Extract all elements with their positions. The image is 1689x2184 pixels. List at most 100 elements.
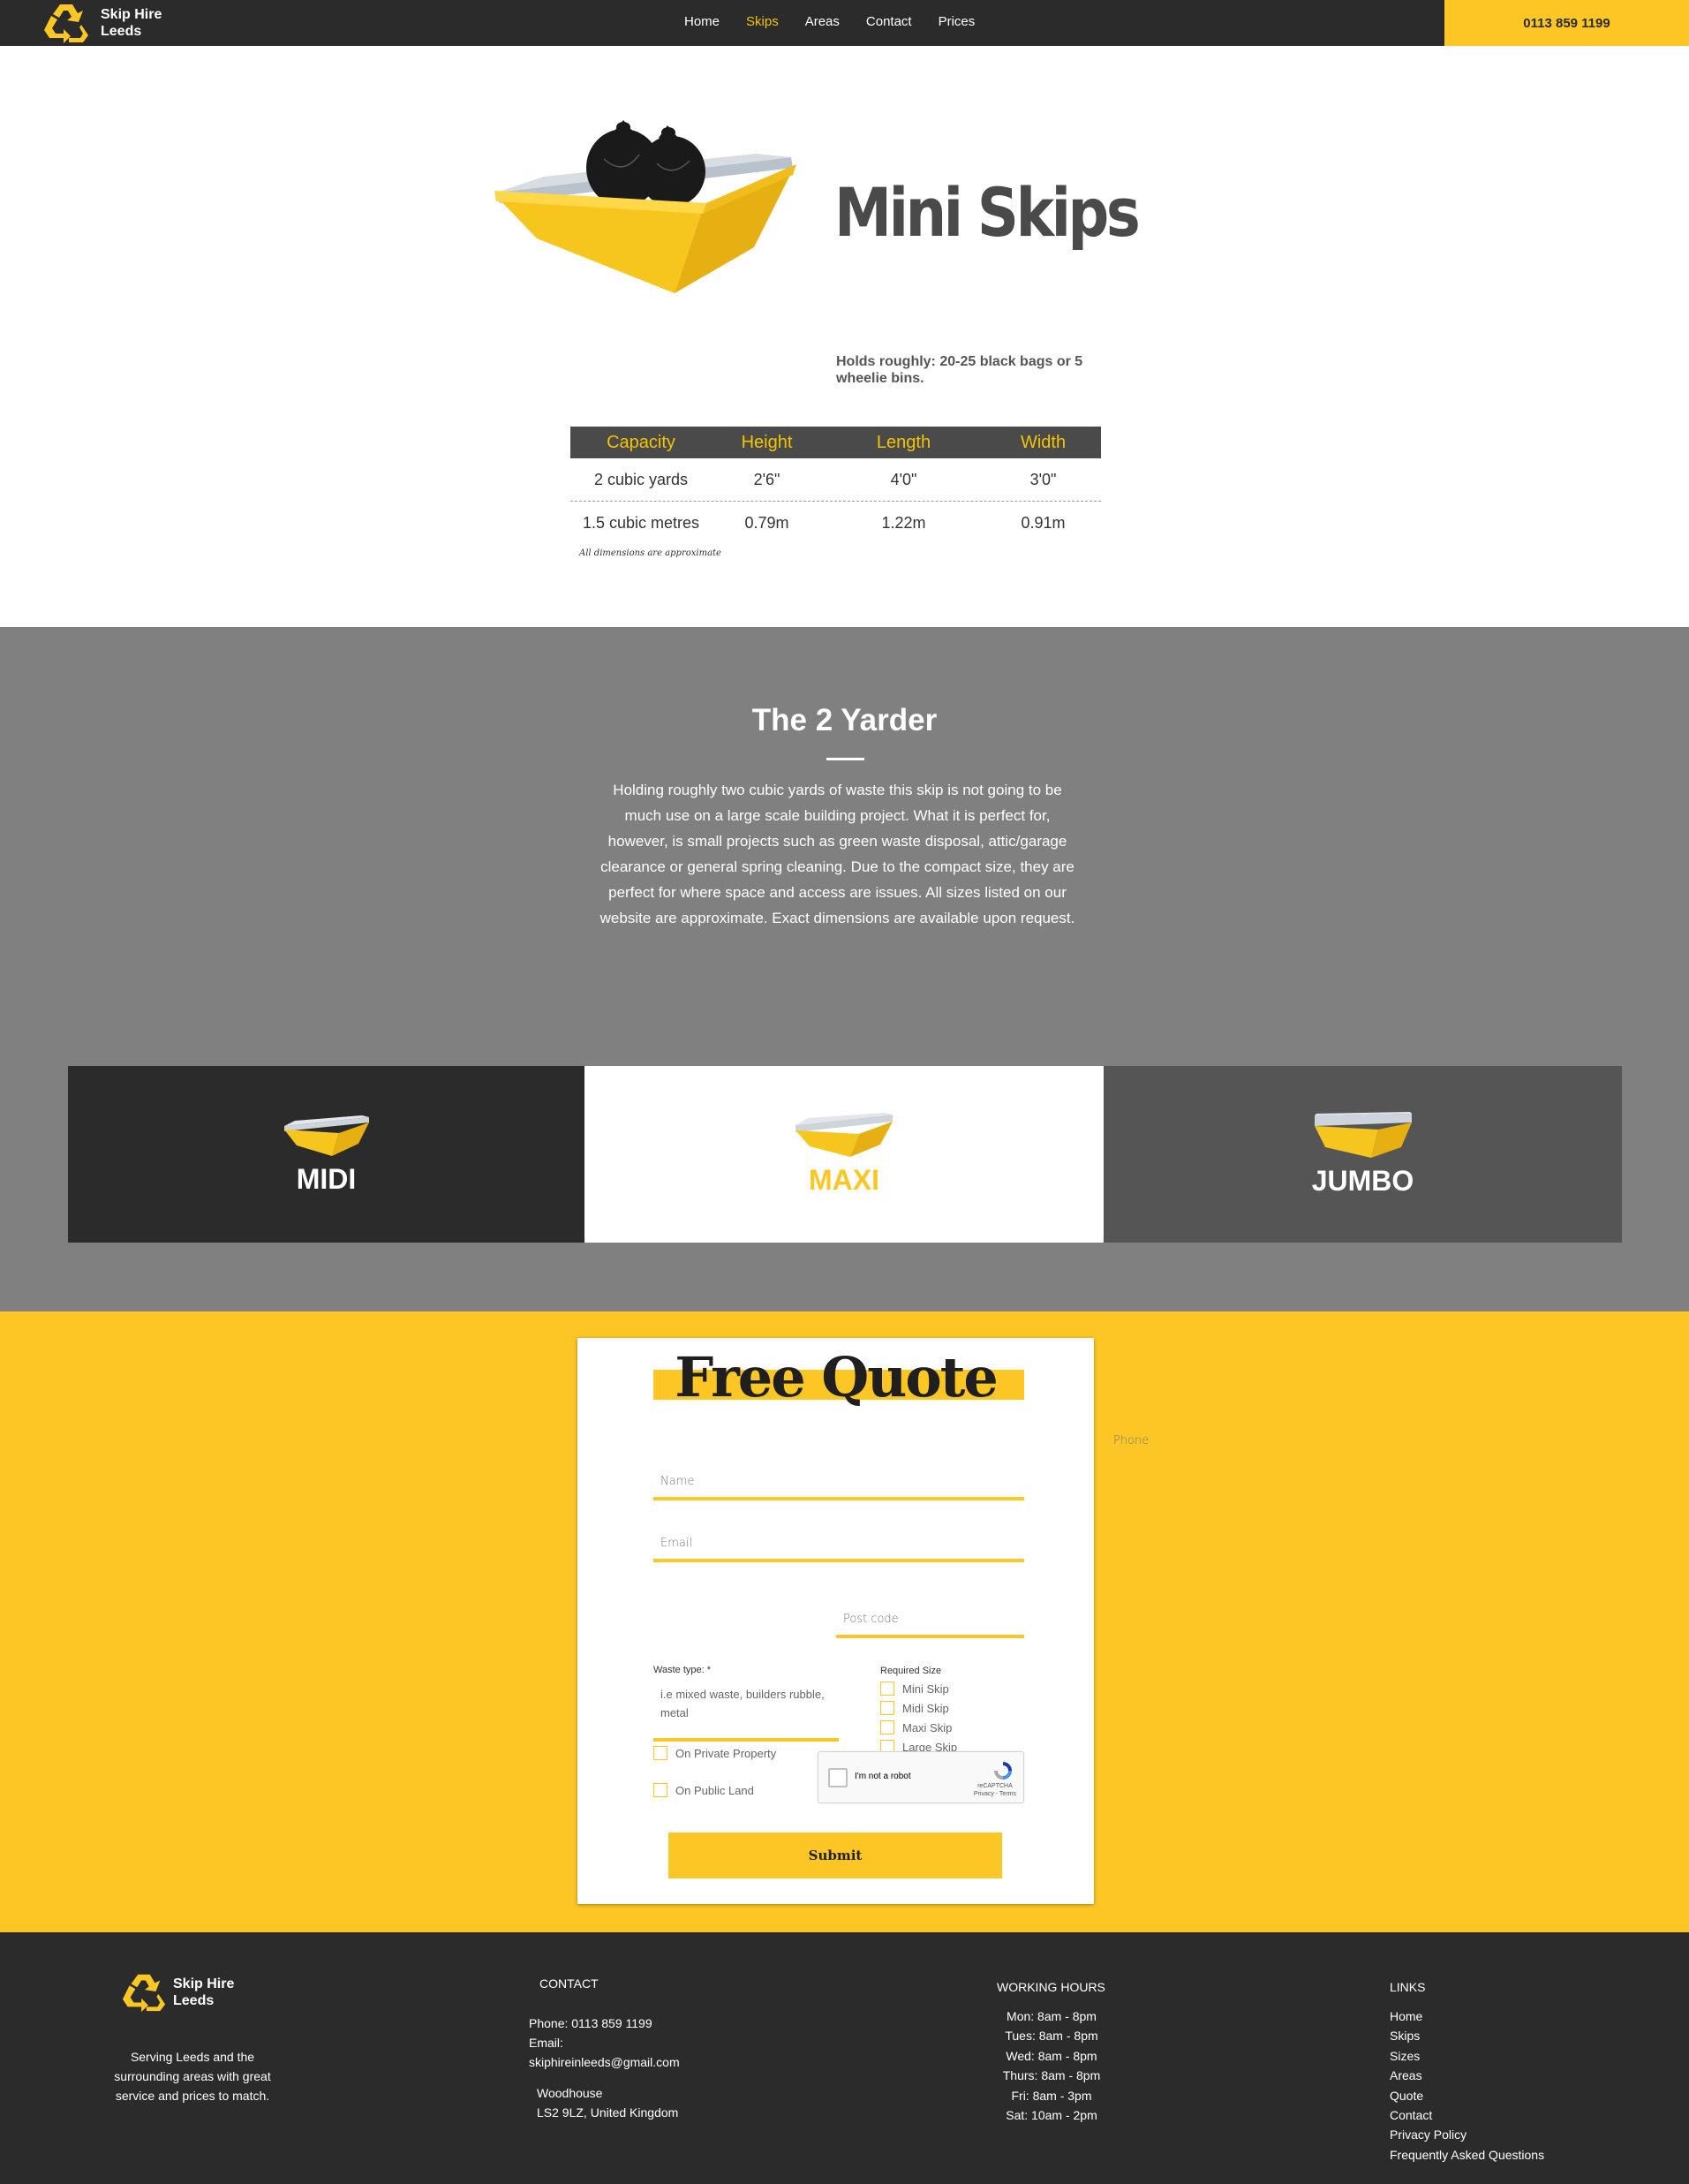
table-cell: 0.79m: [744, 514, 789, 532]
col-width: Width: [1020, 432, 1067, 452]
section-title: The 2 Yarder: [751, 703, 938, 737]
waste-type-label: Waste type: *: [653, 1665, 712, 1675]
tile-jumbo[interactable]: JUMBO: [1104, 1066, 1622, 1243]
waste-type-textarea[interactable]: i.e mixed waste, builders rubble, metal: [653, 1678, 839, 1742]
skip-description-section: The 2 Yarder Holding roughly two cubic y…: [0, 627, 1689, 1311]
tile-label: JUMBO: [1311, 1164, 1414, 1197]
size-option-maxi[interactable]: Maxi Skip: [880, 1718, 957, 1737]
quote-section: Free Quote Name Email Phone Post code Wa…: [0, 1311, 1689, 1932]
col-height: Height: [741, 432, 793, 452]
tile-midi[interactable]: MIDI: [68, 1066, 584, 1243]
nav-home[interactable]: Home: [684, 14, 720, 29]
page-title: Mini Skips: [834, 173, 1141, 252]
tile-maxi[interactable]: MAXI: [584, 1066, 1104, 1243]
nav-prices[interactable]: Prices: [939, 14, 976, 29]
recycle-icon: [44, 4, 88, 43]
skip-icon: [795, 1112, 893, 1157]
working-hours-list: Mon: 8am - 8pm Tues: 8am - 8pm Wed: 8am …: [981, 2006, 1122, 2125]
size-option-midi[interactable]: Midi Skip: [880, 1698, 957, 1718]
col-length: Length: [876, 432, 931, 452]
footer-logo[interactable]: Skip Hire Leeds: [121, 1972, 234, 2013]
hours-item: Tues: 8am - 8pm: [1005, 2029, 1098, 2044]
nav-contact[interactable]: Contact: [866, 14, 912, 29]
table-cell: 2 cubic yards: [593, 470, 689, 488]
footer-tagline: Serving Leeds and the surrounding areas …: [114, 2050, 271, 2103]
tile-label: MIDI: [296, 1162, 357, 1195]
dimensions-table: Capacity Height Length Width 2 cubic yar…: [570, 427, 1101, 558]
submit-button[interactable]: Submit: [668, 1833, 1002, 1878]
checkbox[interactable]: [880, 1701, 894, 1715]
size-checkbox-group: Mini Skip Midi Skip Maxi Skip Large Skip: [880, 1679, 957, 1757]
hours-item: Fri: 8am - 3pm: [1011, 2088, 1092, 2103]
email-field[interactable]: Email: [653, 1523, 1024, 1562]
phone-field[interactable]: Phone: [1106, 1419, 1287, 1463]
skip-icon: [283, 1115, 369, 1156]
table-cell: 1.22m: [881, 514, 926, 532]
skip-icon: [1314, 1111, 1412, 1158]
main-nav: Home Skips Areas Contact Prices: [684, 0, 1001, 42]
hours-heading: WORKING HOURS: [997, 1980, 1105, 1994]
tile-label: MAXI: [809, 1163, 879, 1196]
footer-link-home[interactable]: Home: [1390, 2006, 1544, 2026]
checkbox[interactable]: [653, 1783, 667, 1797]
site-footer: Skip Hire Leeds Serving Leeds and the su…: [0, 1932, 1689, 2184]
contact-heading: CONTACT: [539, 1976, 599, 1991]
checkbox[interactable]: [880, 1681, 894, 1696]
contact-details: Phone: 0113 859 1199 Email: skiphireinle…: [529, 2014, 710, 2069]
private-property-option[interactable]: On Private Property: [653, 1746, 776, 1760]
recaptcha-checkbox[interactable]: [828, 1768, 848, 1787]
footer-link-areas[interactable]: Areas: [1390, 2066, 1544, 2085]
footer-link-privacy[interactable]: Privacy Policy: [1390, 2125, 1544, 2144]
table-header-row: Capacity Height Length Width: [570, 427, 1101, 458]
table-row: 2 cubic yards 2'6" 4'0" 3'0": [570, 458, 1101, 502]
table-cell: 2'6": [753, 470, 780, 488]
size-option-mini[interactable]: Mini Skip: [880, 1679, 957, 1698]
checkbox[interactable]: [653, 1746, 667, 1760]
skip-size-tiles: MIDI MAXI JUMBO: [68, 1066, 1622, 1243]
header-logo[interactable]: Skip Hire Leeds: [42, 0, 162, 46]
footer-link-skips[interactable]: Skips: [1390, 2026, 1544, 2045]
required-size-label: Required Size: [880, 1666, 942, 1676]
footer-link-quote[interactable]: Quote: [1390, 2086, 1544, 2105]
table-cell: 4'0": [890, 470, 917, 488]
table-cell: 0.91m: [1021, 514, 1066, 532]
title-divider: [826, 758, 864, 760]
public-land-option[interactable]: On Public Land: [653, 1783, 754, 1797]
skip-capacity-text: Holds roughly: 20-25 black bags or 5 whe…: [836, 354, 1083, 386]
footer-brand-name: Skip Hire Leeds: [173, 1976, 235, 2008]
table-cell: 3'0": [1029, 470, 1057, 488]
header-phone-button[interactable]: 0113 859 1199: [1444, 0, 1689, 46]
quote-form: Free Quote Name Email Phone Post code Wa…: [577, 1338, 1287, 1904]
section-body: Holding roughly two cubic yards of waste…: [599, 782, 1075, 926]
table-cell: 1.5 cubic metres: [582, 514, 700, 532]
recaptcha-widget: I'm not a robot reCAPTCHA Privacy - Term…: [818, 1751, 1024, 1803]
mini-skip-with-bags-illustration: [491, 115, 800, 305]
hours-item: Mon: 8am - 8pm: [1007, 2009, 1097, 2023]
recaptcha-icon: [994, 1762, 1012, 1780]
form-title: Free Quote: [675, 1345, 999, 1409]
links-heading: LINKS: [1390, 1980, 1426, 1994]
recaptcha-brand: reCAPTCHA Privacy - Terms: [973, 1783, 1016, 1797]
footer-link-faq[interactable]: Frequently Asked Questions: [1390, 2145, 1544, 2165]
postcode-field[interactable]: Post code: [836, 1594, 1024, 1638]
recycle-icon: [122, 1974, 166, 2013]
name-field[interactable]: Name: [653, 1462, 1024, 1500]
site-header: Skip Hire Leeds Home Skips Areas Contact…: [0, 0, 1689, 46]
hours-item: Thurs: 8am - 8pm: [1002, 2068, 1101, 2083]
footer-address: Woodhouse LS2 9LZ, United Kingdom: [537, 2086, 679, 2120]
nav-skips[interactable]: Skips: [746, 14, 779, 29]
recaptcha-label: I'm not a robot: [855, 1772, 911, 1781]
dimensions-note: All dimensions are approximate: [579, 548, 721, 558]
hours-item: Wed: 8am - 8pm: [1006, 2048, 1097, 2063]
footer-phone[interactable]: Phone: 0113 859 1199: [529, 2014, 710, 2033]
footer-link-sizes[interactable]: Sizes: [1390, 2046, 1544, 2066]
footer-email[interactable]: Email: skiphireinleeds@gmail.com: [529, 2033, 710, 2072]
hours-item: Sat: 10am - 2pm: [1006, 2108, 1097, 2123]
footer-links: Home Skips Sizes Areas Quote Contact Pri…: [1390, 2006, 1544, 2165]
table-row: 1.5 cubic metres 0.79m 1.22m 0.91m: [570, 502, 1101, 545]
footer-link-contact[interactable]: Contact: [1390, 2105, 1544, 2125]
checkbox[interactable]: [880, 1720, 894, 1734]
nav-areas[interactable]: Areas: [805, 14, 840, 29]
brand-name: Skip Hire Leeds: [101, 7, 162, 39]
col-capacity: Capacity: [607, 432, 675, 452]
